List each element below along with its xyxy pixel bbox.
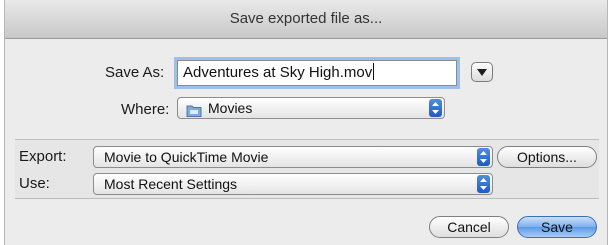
cancel-button[interactable]: Cancel bbox=[429, 216, 509, 238]
expand-browser-button[interactable] bbox=[471, 62, 493, 82]
use-value: Most Recent Settings bbox=[104, 176, 238, 192]
export-options-group: Export: Movie to QuickTime Movie Options… bbox=[15, 139, 599, 199]
use-label: Use: bbox=[19, 175, 50, 192]
use-popup[interactable]: Most Recent Settings bbox=[93, 173, 493, 195]
window-title: Save exported file as... bbox=[5, 0, 607, 39]
popup-arrows-icon bbox=[429, 99, 442, 117]
folder-icon bbox=[186, 102, 202, 122]
popup-arrows-icon bbox=[477, 175, 490, 193]
export-popup[interactable]: Movie to QuickTime Movie bbox=[93, 146, 493, 168]
where-value: Movies bbox=[208, 100, 253, 116]
export-value: Movie to QuickTime Movie bbox=[104, 149, 269, 165]
where-popup[interactable]: Movies bbox=[177, 97, 445, 119]
save-button[interactable]: Save bbox=[517, 216, 597, 238]
where-label: Where: bbox=[121, 101, 170, 118]
save-as-label: Save As: bbox=[105, 64, 165, 81]
popup-arrows-icon bbox=[477, 148, 490, 166]
filename-field[interactable]: Adventures at Sky High.mov bbox=[177, 60, 457, 86]
export-label: Export: bbox=[19, 148, 67, 165]
save-dialog: Save exported file as... Save As: Advent… bbox=[4, 0, 608, 245]
filename-value: Adventures at Sky High.mov bbox=[183, 64, 373, 81]
triangle-down-icon bbox=[477, 69, 487, 76]
text-cursor bbox=[373, 63, 375, 80]
options-button[interactable]: Options... bbox=[497, 146, 597, 168]
